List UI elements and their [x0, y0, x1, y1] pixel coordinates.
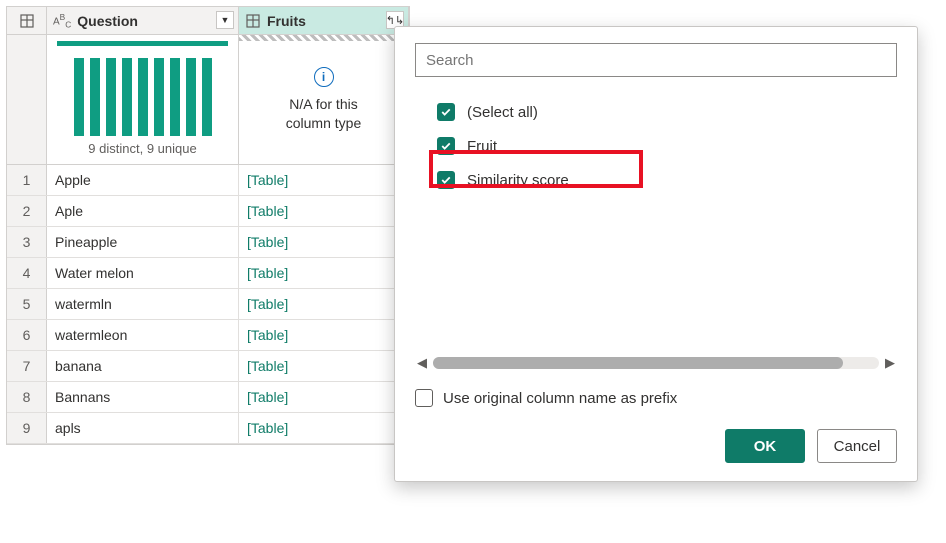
row-number-header[interactable] [7, 7, 47, 34]
expand-columns-popup: (Select all) Fruit Similarity score ◀ ▶ Us… [394, 26, 918, 482]
distinct-summary: 9 distinct, 9 unique [88, 141, 196, 156]
row-number-spacer [7, 35, 47, 164]
cell-fruits[interactable]: [Table] [239, 227, 409, 257]
row-number: 5 [7, 289, 47, 319]
scroll-thumb[interactable] [433, 357, 843, 369]
data-rows: 1Apple[Table]2Aple[Table]3Pineapple[Tabl… [7, 165, 409, 444]
data-grid: ABC Question ▼ Fruits ↰↳ 9 distinct, 9 u… [6, 6, 410, 445]
cancel-button[interactable]: Cancel [817, 429, 897, 463]
checkbox-checked-icon[interactable] [437, 137, 455, 155]
column-option-label: (Select all) [467, 104, 538, 121]
row-number: 6 [7, 320, 47, 350]
column-header-fruits[interactable]: Fruits ↰↳ [239, 7, 409, 34]
table-row[interactable]: 4Water melon[Table] [7, 258, 409, 289]
row-number: 3 [7, 227, 47, 257]
cell-fruits[interactable]: [Table] [239, 413, 409, 443]
table-row[interactable]: 5watermln[Table] [7, 289, 409, 320]
column-profile-question[interactable]: 9 distinct, 9 unique [47, 35, 239, 164]
table-icon [19, 13, 35, 29]
scroll-right-icon[interactable]: ▶ [883, 355, 897, 371]
cell-question[interactable]: banana [47, 351, 239, 381]
table-icon [245, 13, 261, 29]
row-number: 8 [7, 382, 47, 412]
cell-fruits[interactable]: [Table] [239, 382, 409, 412]
table-row[interactable]: 2Aple[Table] [7, 196, 409, 227]
cell-question[interactable]: Water melon [47, 258, 239, 288]
cell-fruits[interactable]: [Table] [239, 196, 409, 226]
row-number: 4 [7, 258, 47, 288]
cell-question[interactable]: watermln [47, 289, 239, 319]
cell-fruits[interactable]: [Table] [239, 165, 409, 195]
scroll-track[interactable] [433, 357, 879, 369]
column-profile-fruits[interactable]: i N/A for this column type [239, 35, 409, 164]
column-profile-row: 9 distinct, 9 unique i N/A for this colu… [7, 35, 409, 165]
ok-button[interactable]: OK [725, 429, 805, 463]
quality-bar [57, 41, 228, 46]
checkbox-checked-icon[interactable] [437, 171, 455, 189]
column-header-row: ABC Question ▼ Fruits ↰↳ [7, 7, 409, 35]
column-header-label: Fruits [267, 13, 306, 29]
distribution-bars [74, 58, 212, 136]
table-row[interactable]: 9apls[Table] [7, 413, 409, 444]
column-option[interactable]: (Select all) [437, 95, 897, 129]
checkbox-checked-icon[interactable] [437, 103, 455, 121]
table-row[interactable]: 6watermleon[Table] [7, 320, 409, 351]
table-row[interactable]: 7banana[Table] [7, 351, 409, 382]
quality-bar-na [239, 35, 408, 41]
column-header-question[interactable]: ABC Question ▼ [47, 7, 239, 34]
search-input[interactable] [415, 43, 897, 77]
cell-question[interactable]: apls [47, 413, 239, 443]
dialog-buttons: OK Cancel [415, 429, 897, 463]
cell-fruits[interactable]: [Table] [239, 351, 409, 381]
column-option[interactable]: Similarity score [437, 163, 897, 197]
cell-fruits[interactable]: [Table] [239, 289, 409, 319]
column-options-list: (Select all) Fruit Similarity score [415, 95, 897, 351]
filter-dropdown-icon[interactable]: ▼ [216, 11, 234, 29]
row-number: 2 [7, 196, 47, 226]
profile-na-text: N/A for this column type [286, 95, 361, 133]
cell-question[interactable]: Aple [47, 196, 239, 226]
row-number: 9 [7, 413, 47, 443]
cell-fruits[interactable]: [Table] [239, 258, 409, 288]
horizontal-scrollbar[interactable]: ◀ ▶ [415, 355, 897, 371]
text-type-icon: ABC [53, 12, 71, 29]
info-icon: i [314, 67, 334, 87]
prefix-option-row[interactable]: Use original column name as prefix [415, 389, 897, 407]
row-number: 1 [7, 165, 47, 195]
column-header-label: Question [77, 13, 138, 29]
cell-question[interactable]: Apple [47, 165, 239, 195]
prefix-checkbox[interactable] [415, 389, 433, 407]
cell-question[interactable]: Pineapple [47, 227, 239, 257]
table-row[interactable]: 3Pineapple[Table] [7, 227, 409, 258]
table-row[interactable]: 8Bannans[Table] [7, 382, 409, 413]
column-option[interactable]: Fruit [437, 129, 897, 163]
prefix-label: Use original column name as prefix [443, 390, 677, 407]
cell-question[interactable]: watermleon [47, 320, 239, 350]
column-option-label: Fruit [467, 138, 497, 155]
scroll-left-icon[interactable]: ◀ [415, 355, 429, 371]
column-option-label: Similarity score [467, 172, 569, 189]
table-row[interactable]: 1Apple[Table] [7, 165, 409, 196]
cell-question[interactable]: Bannans [47, 382, 239, 412]
row-number: 7 [7, 351, 47, 381]
cell-fruits[interactable]: [Table] [239, 320, 409, 350]
